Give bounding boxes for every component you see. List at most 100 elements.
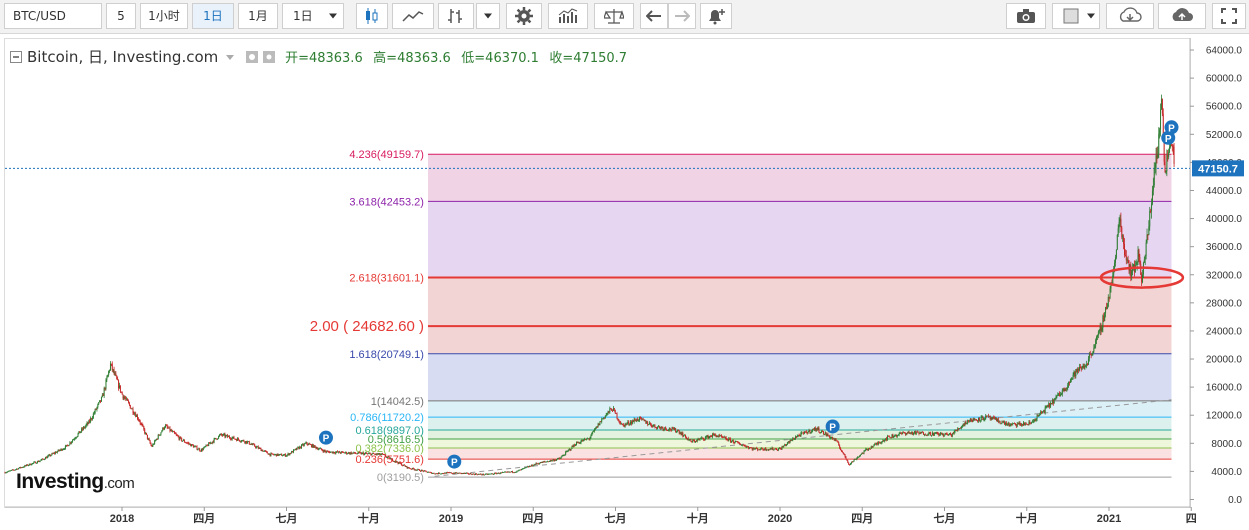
- x-tick-label: 七月: [276, 511, 298, 525]
- candle-body: [1037, 415, 1039, 417]
- fib-zone-fill: [427, 429, 1172, 439]
- candle-body: [904, 433, 906, 435]
- candle-body: [62, 449, 64, 451]
- candle-body: [1096, 335, 1098, 337]
- candle-body: [71, 441, 73, 443]
- candle-body: [209, 442, 211, 444]
- candle-body: [471, 474, 473, 476]
- candle-body: [1102, 315, 1104, 329]
- candle-body: [846, 459, 848, 461]
- candle-body: [959, 428, 961, 429]
- candle-body: [456, 472, 458, 474]
- candle-body: [641, 418, 643, 420]
- candle-body: [1164, 161, 1166, 173]
- candle-body: [357, 452, 359, 454]
- candle-body: [572, 445, 574, 447]
- candle-body: [551, 460, 553, 462]
- candle-body: [577, 442, 579, 444]
- candle-body: [451, 473, 453, 474]
- x-tick-label: 2018: [110, 513, 134, 525]
- candle-body: [1121, 227, 1123, 237]
- candle-body: [663, 429, 665, 430]
- candle-body: [987, 415, 989, 417]
- candle-body: [775, 448, 777, 450]
- candle-body: [411, 468, 413, 470]
- candle-body: [974, 419, 976, 421]
- candle-body: [407, 467, 409, 469]
- event-marker[interactable]: P: [825, 419, 840, 434]
- visibility-icon[interactable]: [246, 51, 259, 63]
- candle-body: [932, 432, 934, 436]
- candle-body: [421, 470, 423, 471]
- candle-body: [319, 448, 321, 450]
- candle-body: [94, 409, 96, 413]
- candle-body: [373, 453, 375, 454]
- y-tick-label: 24000.0: [1206, 326, 1243, 337]
- candle-body: [139, 421, 141, 424]
- candle-body: [98, 402, 100, 405]
- settings-small-icon[interactable]: [262, 51, 275, 63]
- candle-body: [27, 465, 29, 466]
- candle-body: [120, 391, 122, 393]
- candle-body: [187, 442, 189, 444]
- candle-body: [60, 448, 62, 451]
- price-chart[interactable]: 0.0 4000.0 8000.0 12000.0 16000.0 20000.0 2400…: [0, 0, 1249, 530]
- candle-body: [525, 467, 527, 469]
- candle-body: [37, 461, 39, 462]
- chevron-down-icon[interactable]: [225, 55, 234, 60]
- chart-title: Bitcoin, 日, Investing.com: [27, 48, 219, 66]
- candle-body: [679, 432, 681, 434]
- candle-body: [895, 434, 897, 436]
- candle-body: [41, 458, 43, 460]
- collapse-icon[interactable]: [10, 51, 22, 63]
- candle-body: [548, 461, 550, 463]
- candle-body: [628, 421, 630, 425]
- y-tick-label: 0.0: [1228, 495, 1242, 506]
- candle-body: [905, 433, 907, 435]
- candle-body: [1052, 399, 1054, 404]
- candle-body: [968, 420, 970, 422]
- candle-body: [66, 445, 68, 447]
- candle-body: [664, 427, 666, 430]
- candle-body: [764, 447, 766, 451]
- candle-body: [703, 439, 705, 441]
- candle-body: [918, 433, 920, 434]
- candle-body: [533, 464, 535, 466]
- candle-body: [794, 438, 796, 440]
- candle-body: [601, 419, 603, 422]
- candle-body: [320, 448, 322, 450]
- candle-body: [202, 448, 204, 451]
- candle-body: [990, 418, 992, 419]
- candle-body: [69, 442, 71, 445]
- candle-body: [780, 448, 782, 450]
- event-marker[interactable]: P: [447, 454, 462, 469]
- candle-body: [1169, 146, 1171, 153]
- candle-body: [732, 440, 734, 443]
- candle-body: [292, 449, 294, 453]
- candle-body: [782, 446, 784, 448]
- candle-body: [279, 454, 281, 455]
- candle-body: [598, 423, 600, 426]
- candle-body: [328, 451, 330, 453]
- candle-body: [275, 454, 277, 457]
- candle-body: [409, 468, 411, 469]
- candle-body: [91, 418, 93, 420]
- event-marker[interactable]: P: [1164, 120, 1179, 135]
- candle-body: [83, 427, 85, 428]
- candle-body: [1017, 423, 1019, 425]
- candle-body: [425, 470, 427, 472]
- candle-body: [902, 432, 904, 434]
- candle-body: [118, 380, 120, 389]
- candle-body: [287, 453, 289, 455]
- candle-body: [900, 432, 902, 434]
- event-marker[interactable]: P: [318, 430, 333, 445]
- candle-body: [652, 425, 654, 427]
- candle-body: [926, 434, 928, 436]
- candle-body: [483, 473, 485, 475]
- candle-body: [401, 463, 403, 466]
- candle-body: [104, 388, 106, 389]
- y-tick-label: 32000.0: [1206, 270, 1243, 281]
- candle-body: [432, 473, 434, 474]
- candle-body: [436, 473, 438, 475]
- candle-body: [851, 461, 853, 463]
